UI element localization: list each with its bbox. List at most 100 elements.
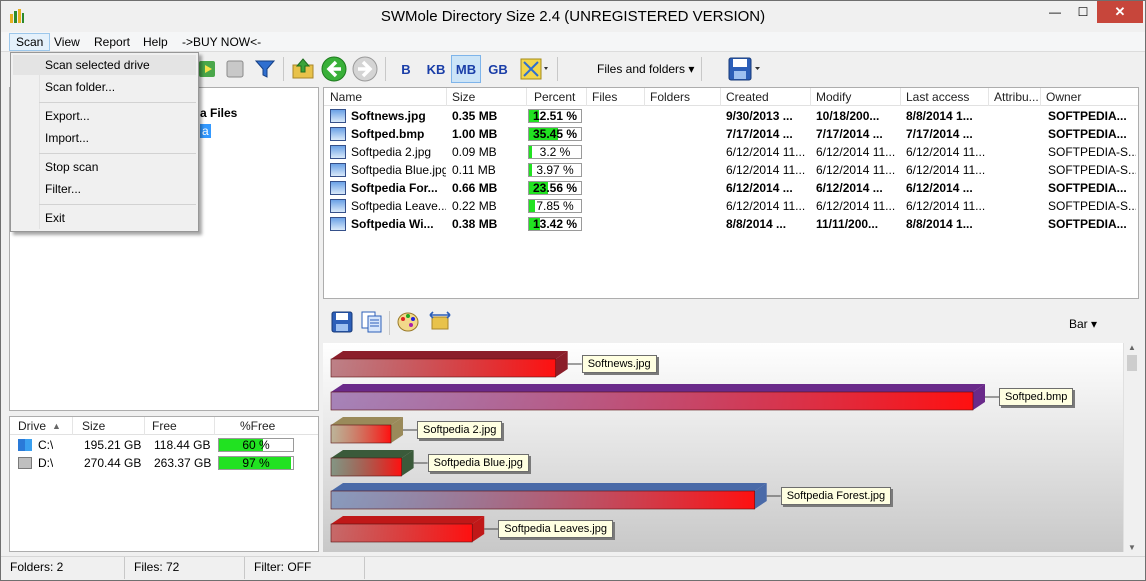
col-modify[interactable]: Modify	[816, 90, 851, 104]
image-file-icon	[330, 181, 346, 195]
cell-modify: 11/11/200...	[816, 217, 879, 231]
cell-last-access: 8/8/2014 1...	[906, 217, 973, 231]
menu-scan-folder[interactable]: Scan folder...	[13, 77, 196, 97]
bar-top	[331, 483, 767, 491]
cell-last-access: 7/17/2014 ...	[906, 127, 973, 141]
menu-report[interactable]: Report	[88, 33, 136, 51]
menu-view[interactable]: View	[48, 33, 86, 51]
unit-gb-button[interactable]: GB	[483, 55, 513, 83]
bar	[330, 424, 392, 444]
palette-icon[interactable]	[395, 309, 421, 335]
menu-import[interactable]: Import...	[13, 128, 196, 148]
cell-modify: 10/18/200...	[816, 109, 880, 123]
save-icon[interactable]	[726, 56, 762, 82]
expand-icon[interactable]	[517, 56, 551, 82]
menu-export[interactable]: Export...	[13, 106, 196, 126]
cell-owner: SOFTPEDIA-S...	[1048, 145, 1136, 159]
resize-icon[interactable]	[427, 309, 453, 335]
bar	[330, 523, 473, 543]
file-table-header: Name Size Percent Files Folders Created Modify…	[324, 88, 1138, 106]
col-pct-free[interactable]: %Free	[240, 419, 275, 433]
maximize-button[interactable]: ☐	[1069, 1, 1097, 23]
table-row[interactable]: Softnews.jpg 0.35 MB 9/30/2013 ... 10/18/20…	[324, 107, 1138, 125]
col-percent[interactable]: Percent	[534, 90, 575, 104]
unit-mb-button[interactable]: MB	[451, 55, 481, 83]
cell-owner: SOFTPEDIA...	[1048, 109, 1127, 123]
view-dropdown[interactable]: Files and folders ▾	[597, 62, 694, 76]
menu-help[interactable]: Help	[137, 33, 174, 51]
forward-icon[interactable]	[350, 56, 380, 82]
menu-exit[interactable]: Exit	[13, 208, 196, 228]
bar-label: Softpedia Forest.jpg	[780, 487, 892, 505]
menu-stop-scan[interactable]: Stop scan	[13, 157, 196, 177]
unit-b-button[interactable]: B	[391, 55, 421, 83]
status-folders: Folders: 2	[1, 557, 125, 579]
col-attributes[interactable]: Attribu...	[994, 90, 1039, 104]
copy-icon[interactable]	[359, 309, 385, 335]
tree-node-selected[interactable]: a	[200, 124, 211, 138]
col-size[interactable]: Size	[82, 419, 105, 433]
drive-row[interactable]: C:\ 195.21 GB 118.44 GB 60 %	[10, 436, 318, 454]
menu-scan[interactable]: Scan	[9, 33, 51, 51]
cell-created: 6/12/2014 ...	[726, 181, 793, 195]
col-owner[interactable]: Owner	[1046, 90, 1081, 104]
unit-kb-button[interactable]: KB	[421, 55, 451, 83]
cell-modify: 6/12/2014 11...	[816, 163, 896, 177]
cell-name: Softpedia Wi...	[351, 217, 434, 231]
bar-chart-svg	[330, 351, 999, 543]
windows-drive-icon	[18, 439, 32, 451]
chart-type-dropdown[interactable]: Bar ▾	[1069, 317, 1097, 331]
tree-node-label[interactable]: a Files	[200, 106, 237, 120]
col-size[interactable]: Size	[452, 90, 475, 104]
cell-created: 6/12/2014 11...	[726, 163, 806, 177]
cell-drive: C:\	[38, 438, 54, 452]
chart-save-icon[interactable]	[329, 309, 355, 335]
scroll-thumb[interactable]	[1127, 355, 1137, 371]
bar-top	[331, 450, 414, 458]
percent-bar: 35.45 %	[528, 127, 582, 141]
table-row[interactable]: Softpedia Blue.jpg 0.11 MB 6/12/2014 11...…	[324, 161, 1138, 179]
menu-scan-selected-drive[interactable]: Scan selected drive	[13, 55, 196, 75]
chart-scrollbar[interactable]: ▲ ▼	[1123, 343, 1139, 552]
bar-top	[331, 351, 568, 359]
filter-icon[interactable]	[252, 56, 278, 82]
folder-up-icon[interactable]	[290, 56, 316, 82]
bar-top	[331, 384, 985, 392]
col-created[interactable]: Created	[726, 90, 769, 104]
bar-label: Softped.bmp	[999, 388, 1074, 406]
cell-drive-free: 118.44 GB	[154, 438, 211, 452]
stop-icon[interactable]	[222, 56, 248, 82]
col-free[interactable]: Free	[152, 419, 177, 433]
drive-row[interactable]: D:\ 270.44 GB 263.37 GB 97 %	[10, 454, 318, 472]
bar	[330, 358, 556, 378]
col-files[interactable]: Files	[592, 90, 617, 104]
menu-filter[interactable]: Filter...	[13, 179, 196, 199]
cell-size: 0.09 MB	[452, 145, 497, 159]
table-row[interactable]: Softpedia Wi... 0.38 MB 8/8/2014 ... 11/11/…	[324, 215, 1138, 233]
menu-buy-now[interactable]: ->BUY NOW<-	[176, 33, 267, 51]
cell-modify: 6/12/2014 11...	[816, 145, 896, 159]
close-button[interactable]: ✕	[1097, 1, 1143, 23]
table-row[interactable]: Softpedia Leave... 0.22 MB 6/12/2014 11...…	[324, 197, 1138, 215]
cell-modify: 6/12/2014 ...	[816, 181, 883, 195]
cell-last-access: 6/12/2014 11...	[906, 199, 986, 213]
cell-size: 0.35 MB	[452, 109, 498, 123]
back-icon[interactable]	[319, 56, 349, 82]
cell-last-access: 6/12/2014 11...	[906, 163, 986, 177]
table-row[interactable]: Softped.bmp 1.00 MB 7/17/2014 ... 7/17/2014…	[324, 125, 1138, 143]
table-row[interactable]: Softpedia 2.jpg 0.09 MB 6/12/2014 11... 6/1…	[324, 143, 1138, 161]
menu-bar: Scan View Report Help ->BUY NOW<-	[1, 32, 1145, 52]
minimize-button[interactable]: —	[1041, 1, 1069, 23]
table-row[interactable]: Softpedia For... 0.66 MB 6/12/2014 ... 6/12…	[324, 179, 1138, 197]
percent-label: 7.85 %	[536, 199, 574, 213]
chart-toolbar: Bar ▾	[323, 301, 1139, 343]
free-percent-bar: 60 %	[218, 438, 294, 452]
image-file-icon	[330, 199, 346, 213]
col-folders[interactable]: Folders	[650, 90, 690, 104]
col-name[interactable]: Name	[330, 90, 362, 104]
col-drive[interactable]: Drive	[18, 419, 46, 433]
cell-drive-size: 195.21 GB	[84, 438, 142, 452]
col-last-access[interactable]: Last access	[906, 90, 969, 104]
percent-label: 13.42 %	[532, 217, 578, 231]
title-bar: SWMole Directory Size 2.4 (UNREGISTERED …	[1, 1, 1145, 32]
